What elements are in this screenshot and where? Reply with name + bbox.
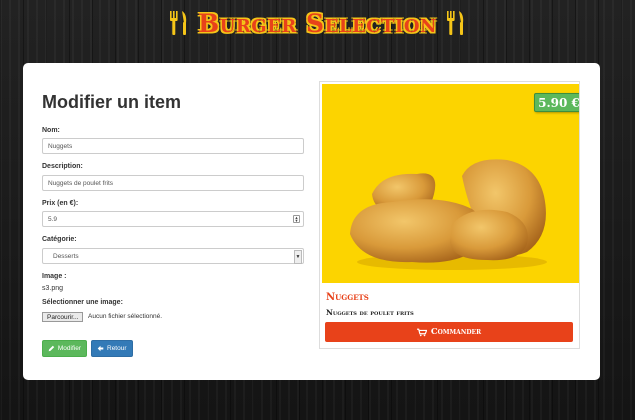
cutlery-icon xyxy=(446,11,464,35)
cart-icon xyxy=(416,328,427,336)
price-input[interactable]: 5.9 ▲ ▼ xyxy=(42,211,304,227)
product-card: 5.90 € Nuggets Nuggets de poulet frits C… xyxy=(319,81,580,349)
category-label: Catégorie: xyxy=(42,236,77,243)
file-status: Aucun fichier sélectionné. xyxy=(88,313,163,320)
spinner-icon[interactable]: ▲ ▼ xyxy=(293,215,300,223)
order-button[interactable]: Commander xyxy=(325,322,573,342)
name-label: Nom: xyxy=(42,127,60,134)
product-name: Nuggets xyxy=(326,292,369,303)
edit-panel: Modifier un item Nom: Nuggets Descriptio… xyxy=(23,63,600,380)
back-label: Retour xyxy=(107,345,127,352)
image-label: Image : xyxy=(42,273,67,280)
category-select[interactable]: Desserts ▼ xyxy=(42,248,304,264)
image-filename: s3.png xyxy=(42,285,64,292)
order-label: Commander xyxy=(430,327,482,337)
browse-button[interactable]: Parcourir... xyxy=(42,312,84,322)
file-label: Sélectionner une image: xyxy=(42,299,123,306)
price-tag: 5.90 € xyxy=(534,93,579,112)
product-description: Nuggets de poulet frits xyxy=(326,308,414,317)
description-input[interactable]: Nuggets de poulet frits xyxy=(42,175,304,191)
page-title: Modifier un item xyxy=(42,92,181,112)
brand-title: Burger Selection xyxy=(198,8,437,38)
arrow-left-icon xyxy=(97,345,104,352)
pencil-icon xyxy=(48,345,55,352)
price-value: 5.9 xyxy=(48,215,58,223)
name-input[interactable]: Nuggets xyxy=(42,138,304,154)
chevron-down-icon[interactable]: ▼ xyxy=(294,250,302,264)
nuggets-illustration xyxy=(350,159,547,270)
modify-button[interactable]: Modifier xyxy=(42,340,87,357)
header: Burger Selection xyxy=(0,6,635,40)
back-button[interactable]: Retour xyxy=(91,340,133,357)
cutlery-icon xyxy=(170,11,187,35)
category-value: Desserts xyxy=(53,252,79,260)
price-label: Prix (en €): xyxy=(42,200,79,207)
product-image: 5.90 € xyxy=(322,84,579,283)
modify-label: Modifier xyxy=(57,345,81,352)
description-label: Description: xyxy=(42,163,83,170)
